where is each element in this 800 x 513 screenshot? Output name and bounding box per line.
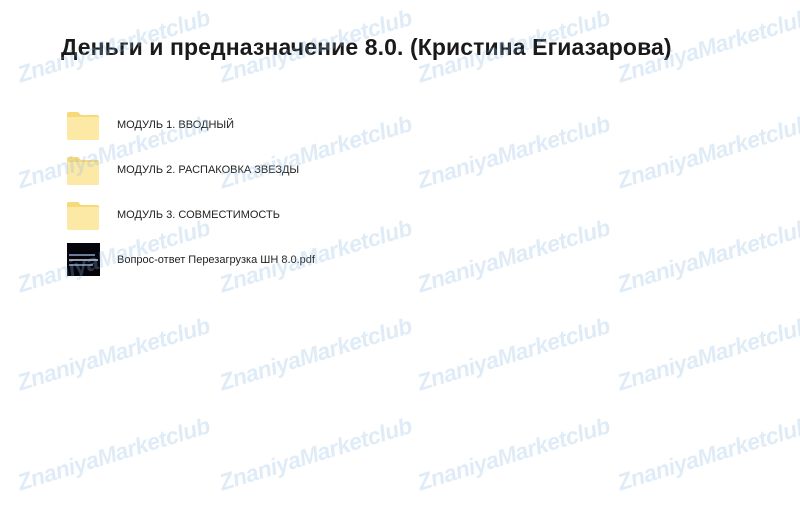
watermark-text: ZnaniyaMarketclub	[414, 412, 613, 496]
list-item-file-pdf[interactable]: Вопрос-ответ Перезагрузка ШН 8.0.pdf	[66, 243, 666, 281]
list-item-folder-module-2[interactable]: МОДУЛЬ 2. РАСПАКОВКА ЗВЕЗДЫ	[66, 153, 666, 191]
watermark-text: ZnaniyaMarketclub	[14, 312, 213, 396]
page: Деньги и предназначение 8.0. (Кристина Е…	[0, 0, 800, 513]
watermark-text: ZnaniyaMarketclub	[414, 312, 613, 396]
item-name: МОДУЛЬ 1. ВВОДНЫЙ	[117, 119, 235, 131]
watermark-text: ZnaniyaMarketclub	[614, 312, 800, 396]
watermark-text: ZnaniyaMarketclub	[614, 412, 800, 496]
pdf-thumbnail-icon	[67, 243, 100, 276]
item-name: МОДУЛЬ 3. СОВМЕСТИМОСТЬ	[117, 209, 280, 221]
list-item-folder-module-3[interactable]: МОДУЛЬ 3. СОВМЕСТИМОСТЬ	[66, 198, 666, 236]
page-title: Деньги и предназначение 8.0. (Кристина Е…	[61, 34, 672, 60]
watermark-text: ZnaniyaMarketclub	[14, 412, 213, 496]
list-item-folder-module-1[interactable]: МОДУЛЬ 1. ВВОДНЫЙ	[66, 108, 666, 146]
folder-icon	[67, 157, 99, 185]
watermark-text: ZnaniyaMarketclub	[216, 412, 415, 496]
item-name: МОДУЛЬ 2. РАСПАКОВКА ЗВЕЗДЫ	[117, 164, 300, 176]
folder-icon	[67, 112, 99, 140]
item-name: Вопрос-ответ Перезагрузка ШН 8.0.pdf	[117, 254, 315, 266]
watermark-text: ZnaniyaMarketclub	[216, 312, 415, 396]
folder-icon	[67, 202, 99, 230]
